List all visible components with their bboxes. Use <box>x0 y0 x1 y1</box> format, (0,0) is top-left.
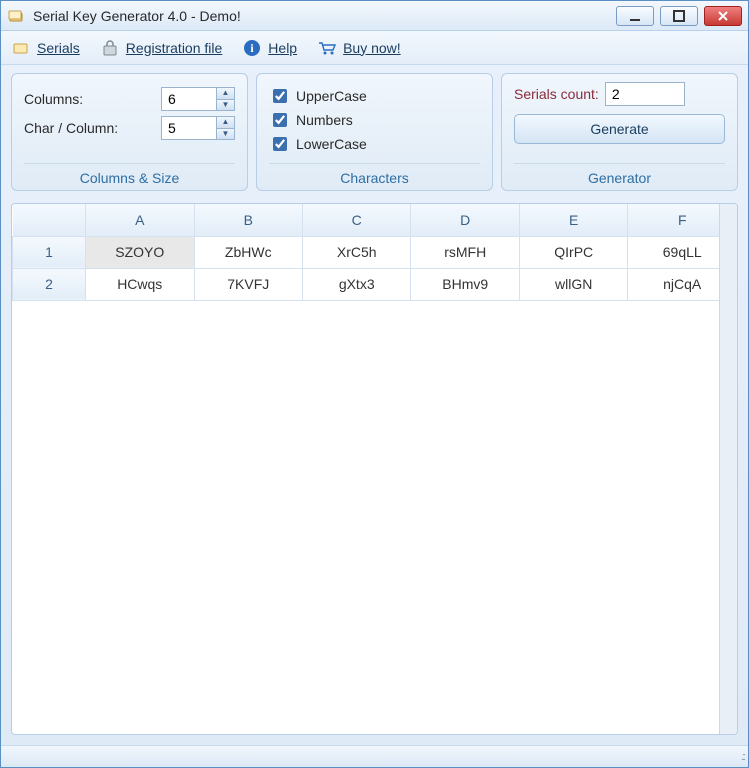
table-row: 1 SZOYO ZbHWc XrC5h rsMFH QIrPC 69qLL <box>13 236 737 268</box>
uppercase-checkbox[interactable] <box>273 89 287 103</box>
columns-size-panel: Columns: ▲ ▼ Char / Column: ▲ <box>11 73 248 191</box>
generate-button[interactable]: Generate <box>514 114 725 144</box>
columns-spinner[interactable]: ▲ ▼ <box>161 87 235 111</box>
characters-caption: Characters <box>269 163 480 186</box>
grid-table: A B C D E F 1 SZOYO ZbHWc XrC5h rsMFH QI… <box>12 204 737 301</box>
row-header[interactable]: 2 <box>13 268 86 300</box>
serials-menu[interactable]: Serials <box>11 39 80 57</box>
numbers-label: Numbers <box>296 112 353 128</box>
help-menu[interactable]: i Help <box>242 39 297 57</box>
close-button[interactable] <box>704 6 742 26</box>
registration-label: Registration file <box>126 40 223 56</box>
app-icon <box>7 7 27 25</box>
generator-panel: Serials count: Generate Generator <box>501 73 738 191</box>
lowercase-checkbox[interactable] <box>273 137 287 151</box>
help-label: Help <box>268 40 297 56</box>
generator-caption: Generator <box>514 163 725 186</box>
app-window: Serial Key Generator 4.0 - Demo! Serials… <box>0 0 749 768</box>
lowercase-label: LowerCase <box>296 136 367 152</box>
registration-icon <box>100 39 120 57</box>
serials-label: Serials <box>37 40 80 56</box>
grid-cell[interactable]: BHmv9 <box>411 268 519 300</box>
serials-count-label: Serials count: <box>514 86 599 102</box>
maximize-button[interactable] <box>660 6 698 26</box>
col-header-c[interactable]: C <box>302 204 410 236</box>
titlebar: Serial Key Generator 4.0 - Demo! <box>1 1 748 31</box>
registration-menu[interactable]: Registration file <box>100 39 223 57</box>
grid-cell[interactable]: SZOYO <box>86 236 194 268</box>
toolbar: Serials Registration file i Help Buy now… <box>1 31 748 65</box>
status-bar: .:: <box>1 745 748 767</box>
columns-size-caption: Columns & Size <box>24 163 235 186</box>
serials-count-input[interactable] <box>605 82 685 106</box>
serials-grid: A B C D E F 1 SZOYO ZbHWc XrC5h rsMFH QI… <box>11 203 738 735</box>
char-column-input[interactable] <box>162 117 216 139</box>
window-title: Serial Key Generator 4.0 - Demo! <box>33 8 616 24</box>
col-header-d[interactable]: D <box>411 204 519 236</box>
numbers-checkbox[interactable] <box>273 113 287 127</box>
grid-cell[interactable]: gXtx3 <box>302 268 410 300</box>
buy-icon <box>317 39 337 57</box>
col-header-b[interactable]: B <box>194 204 302 236</box>
settings-row: Columns: ▲ ▼ Char / Column: ▲ <box>1 65 748 199</box>
uppercase-label: UpperCase <box>296 88 367 104</box>
col-header-e[interactable]: E <box>519 204 627 236</box>
resize-grip-icon[interactable]: .:: <box>741 751 744 763</box>
row-header[interactable]: 1 <box>13 236 86 268</box>
grid-cell[interactable]: QIrPC <box>519 236 627 268</box>
table-row: 2 HCwqs 7KVFJ gXtx3 BHmv9 wllGN njCqA <box>13 268 737 300</box>
serials-icon <box>11 39 31 57</box>
col-header-a[interactable]: A <box>86 204 194 236</box>
columns-input[interactable] <box>162 88 216 110</box>
char-up-button[interactable]: ▲ <box>216 117 234 128</box>
grid-cell[interactable]: wllGN <box>519 268 627 300</box>
help-icon: i <box>242 39 262 57</box>
grid-cell[interactable]: ZbHWc <box>194 236 302 268</box>
grid-cell[interactable]: rsMFH <box>411 236 519 268</box>
buy-menu[interactable]: Buy now! <box>317 39 401 57</box>
window-controls <box>616 6 742 26</box>
grid-cell[interactable]: XrC5h <box>302 236 410 268</box>
buy-label: Buy now! <box>343 40 401 56</box>
char-column-label: Char / Column: <box>24 120 155 136</box>
vertical-scrollbar[interactable] <box>719 204 737 734</box>
grid-cell[interactable]: HCwqs <box>86 268 194 300</box>
grid-corner <box>13 204 86 236</box>
characters-panel: UpperCase Numbers LowerCase Characters <box>256 73 493 191</box>
char-column-spinner[interactable]: ▲ ▼ <box>161 116 235 140</box>
grid-cell[interactable]: 7KVFJ <box>194 268 302 300</box>
columns-down-button[interactable]: ▼ <box>216 99 234 110</box>
columns-label: Columns: <box>24 91 155 107</box>
char-down-button[interactable]: ▼ <box>216 128 234 139</box>
minimize-button[interactable] <box>616 6 654 26</box>
columns-up-button[interactable]: ▲ <box>216 88 234 99</box>
